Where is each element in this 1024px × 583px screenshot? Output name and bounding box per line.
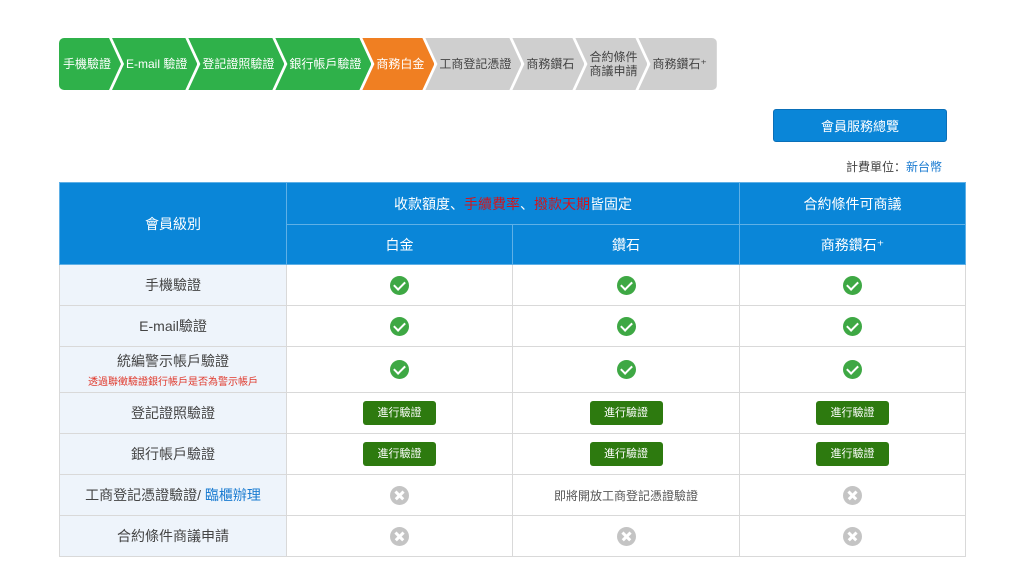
verify-button[interactable]: 進行驗證: [816, 442, 889, 466]
check-circle-icon: [390, 360, 409, 379]
x-circle-icon: [843, 526, 862, 546]
verify-button[interactable]: 進行驗證: [363, 442, 436, 466]
check-circle-icon: [390, 316, 409, 336]
verify-button[interactable]: 進行驗證: [363, 401, 436, 425]
table-row: E-mail驗證: [59, 305, 966, 347]
row-label: 工商登記憑證驗證/ 臨櫃辦理: [59, 474, 287, 516]
fee-rate-text: 手續費率: [464, 195, 520, 212]
progress-steps: 手機驗證 E-mail 驗證 登記證照驗證 銀行帳戶驗證 商務白金 工商登記憑證…: [59, 38, 965, 90]
row-label-text: 工商登記憑證驗證/: [85, 487, 205, 503]
check-circle-icon: [390, 275, 409, 295]
table-row: 統編警示帳戶驗證透過聯徵驗證銀行帳戶是否為警示帳戶: [59, 346, 966, 393]
x-circle-icon: [390, 526, 409, 546]
step-platinum: 商務白金: [362, 38, 434, 90]
table-row: 手機驗證: [59, 264, 966, 306]
step-contract: 合約條件 商議申請: [575, 38, 647, 90]
check-circle-icon: [616, 316, 636, 336]
check-circle-icon: [616, 360, 636, 379]
row-label: 銀行帳戶驗證: [59, 433, 287, 475]
counter-service-link[interactable]: 臨櫃辦理: [205, 487, 261, 503]
tier-diamond: 鑽石: [512, 224, 740, 265]
verify-button[interactable]: 進行驗證: [589, 401, 663, 425]
fixed-mid: 、: [520, 195, 534, 212]
level-header: 會員級別: [59, 182, 287, 265]
table-row: 合約條件商議申請: [59, 515, 966, 557]
row-label-text: 統編警示帳戶驗證: [117, 353, 229, 369]
coming-soon-text: 即將開放工商登記憑證驗證: [512, 474, 740, 516]
row-label: 統編警示帳戶驗證透過聯徵驗證銀行帳戶是否為警示帳戶: [59, 346, 287, 393]
member-services-overview-button[interactable]: 會員服務總覽: [773, 109, 947, 142]
tier-diamond-plus: 商務鑽石⁺: [739, 224, 966, 265]
verify-button[interactable]: 進行驗證: [816, 401, 889, 425]
check-circle-icon: [843, 275, 862, 295]
check-circle-icon: [843, 316, 862, 336]
table-row: 工商登記憑證驗證/ 臨櫃辦理 即將開放工商登記憑證驗證: [59, 474, 966, 516]
step-license: 登記證照驗證: [188, 38, 284, 90]
check-circle-icon: [616, 275, 636, 295]
fixed-terms-header: 收款額度、手續費率、撥款天期皆固定: [286, 182, 740, 225]
table-row: 登記證照驗證 進行驗證 進行驗證 進行驗證: [59, 392, 966, 434]
currency-note: 計費單位：新台幣: [846, 158, 942, 175]
x-circle-icon: [616, 526, 636, 546]
payout-days-text: 撥款天期: [534, 195, 590, 212]
step-phone: 手機驗證: [59, 38, 121, 90]
row-label: 登記證照驗證: [59, 392, 287, 434]
fixed-post: 皆固定: [590, 195, 632, 212]
step-bank: 銀行帳戶驗證: [275, 38, 371, 90]
row-label: 合約條件商議申請: [59, 515, 287, 557]
x-circle-icon: [843, 485, 862, 505]
x-circle-icon: [390, 485, 409, 505]
verify-button[interactable]: 進行驗證: [589, 442, 663, 466]
row-note: 透過聯徵驗證銀行帳戶是否為警示帳戶: [88, 377, 258, 388]
membership-table: 會員級別 收款額度、手續費率、撥款天期皆固定 合約條件可商議 白金 鑽石 商務鑽…: [59, 182, 966, 557]
check-circle-icon: [843, 360, 862, 379]
row-label: 手機驗證: [59, 264, 287, 306]
step-diamond-plus: 商務鑽石⁺: [638, 38, 717, 90]
table-row: 銀行帳戶驗證 進行驗證 進行驗證 進行驗證: [59, 433, 966, 475]
currency-value: 新台幣: [905, 160, 942, 174]
tier-platinum: 白金: [286, 224, 513, 265]
row-label: E-mail驗證: [59, 305, 287, 347]
currency-label: 計費單位：: [845, 160, 906, 174]
step-diamond: 商務鑽石: [512, 38, 584, 90]
negotiable-header: 合約條件可商議: [739, 182, 966, 225]
step-business-cert: 工商登記憑證: [425, 38, 521, 90]
fixed-pre: 收款額度、: [394, 195, 464, 212]
step-email: E-mail 驗證: [112, 38, 197, 90]
